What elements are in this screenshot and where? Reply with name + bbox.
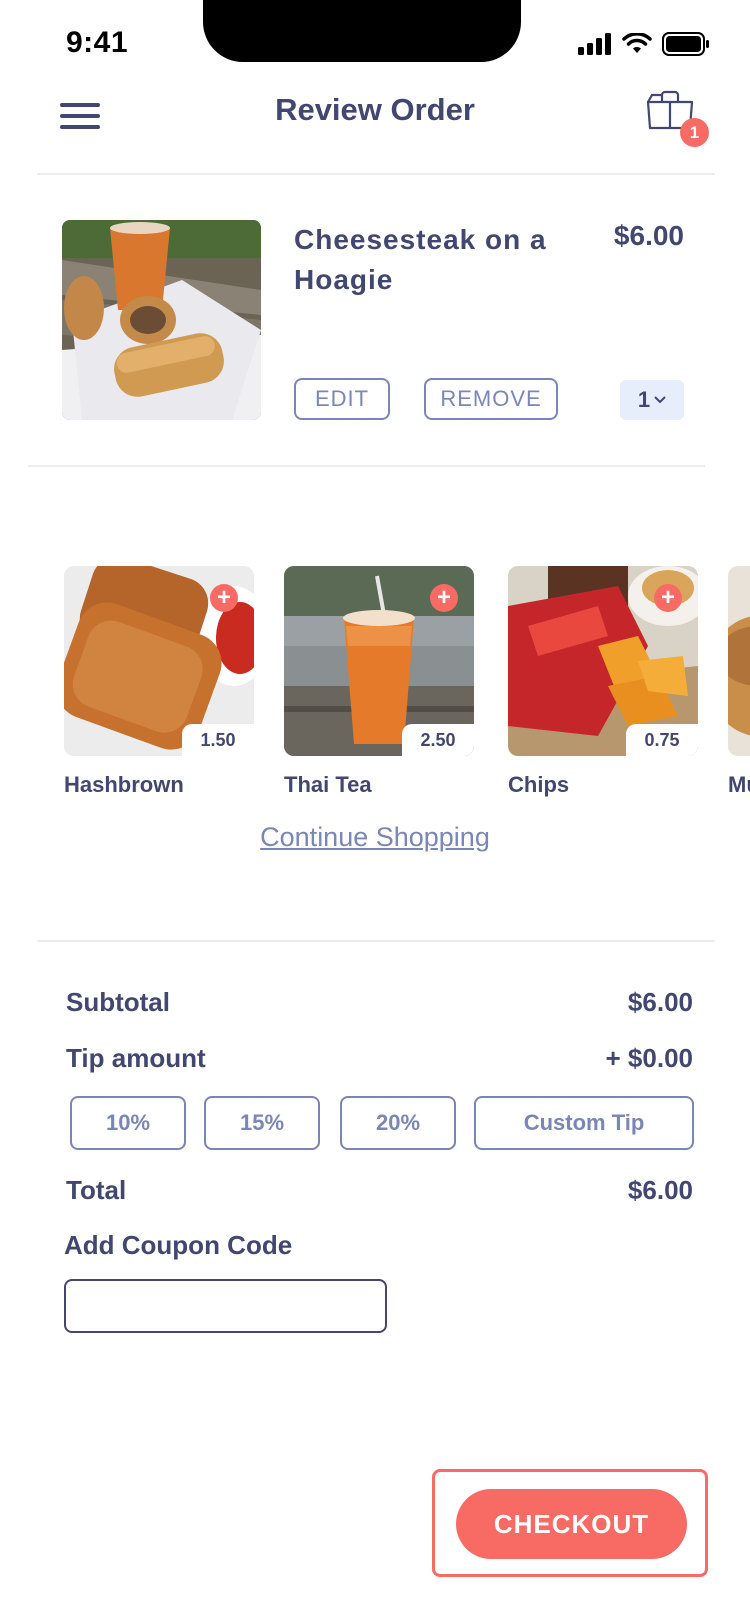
item-name[interactable]: Cheesesteak on a Hoagie [294,220,564,300]
add-thai-tea-plus-icon[interactable]: + [430,584,458,612]
chips-photo: + 0.75 [508,566,698,756]
status-bar: 9:41 [0,0,750,90]
tip-15-button[interactable]: 15% [204,1096,320,1150]
subtotal-row: Subtotal $6.00 [66,987,693,1018]
thai-tea-price: 2.50 [402,724,474,756]
continue-shopping-link[interactable]: Continue Shopping [0,822,750,853]
order-line-item: Cheesesteak on a Hoagie $6.00 EDIT REMOV… [62,220,690,420]
tip-options: 10% 15% 20% Custom Tip [70,1096,694,1150]
totals-divider [37,940,715,942]
shopping-bag-icon[interactable]: 1 [645,90,711,147]
tip-20-button[interactable]: 20% [340,1096,456,1150]
cheesesteak-photo [62,220,261,420]
add-chips-plus-icon[interactable]: + [654,584,682,612]
wifi-icon [622,33,652,53]
remove-button[interactable]: REMOVE [424,378,558,420]
subtotal-value: $6.00 [627,987,693,1017]
coupon-label: Add Coupon Code [64,1230,293,1260]
page-title: Review Order [275,92,475,127]
quantity-select[interactable]: 1 [620,380,684,420]
upsell-card-chips[interactable]: + 0.75 Chips [508,566,698,798]
app-header: Review Order 1 [0,90,750,174]
hashbrown-price: 1.50 [182,724,254,756]
tip-label: Tip amount [66,1043,206,1073]
quantity-value: 1 [637,387,651,412]
edit-button[interactable]: EDIT [294,378,390,420]
battery-icon [662,32,709,56]
total-label: Total [66,1175,127,1205]
add-hashbrown-plus-icon[interactable]: + [210,584,238,612]
coupon-code-input[interactable] [64,1279,387,1333]
chips-price: 0.75 [626,724,698,756]
cellular-signal-icon [578,33,611,55]
hashbrown-photo: + 1.50 [64,566,254,756]
tip-value: + $0.00 [605,1043,693,1073]
checkout-button[interactable]: CHECKOUT [456,1489,687,1559]
upsell-card-thai-tea[interactable]: + 2.50 Thai Tea [284,566,474,798]
subtotal-label: Subtotal [66,987,170,1017]
upsell-carousel[interactable]: + 1.50 Hashbrown + 2.50 Thai Tea + 0.75 … [0,566,750,806]
item-divider [28,465,705,467]
custom-tip-button[interactable]: Custom Tip [474,1096,694,1150]
device-notch [203,0,521,62]
chevron-down-icon [654,396,666,404]
thai-tea-name: Thai Tea [284,772,372,797]
item-price: $6.00 [613,220,684,251]
thai-tea-photo: + 2.50 [284,566,474,756]
status-time: 9:41 [66,26,129,59]
tip-10-button[interactable]: 10% [70,1096,186,1150]
upsell-card-hashbrown[interactable]: + 1.50 Hashbrown [64,566,254,798]
chips-name: Chips [508,772,570,797]
total-row: Total $6.00 [66,1175,693,1206]
hashbrown-name: Hashbrown [64,772,184,797]
header-divider [37,173,715,175]
checkout-highlight-frame: CHECKOUT [432,1469,708,1577]
partial-item-name: Mu [728,772,750,797]
upsell-card-partial[interactable]: Mu [728,566,750,798]
partial-item-photo [728,566,750,756]
tip-row: Tip amount + $0.00 [66,1043,693,1074]
status-icons [578,32,710,56]
cart-count-badge: 1 [680,118,709,147]
total-value: $6.00 [627,1175,693,1205]
